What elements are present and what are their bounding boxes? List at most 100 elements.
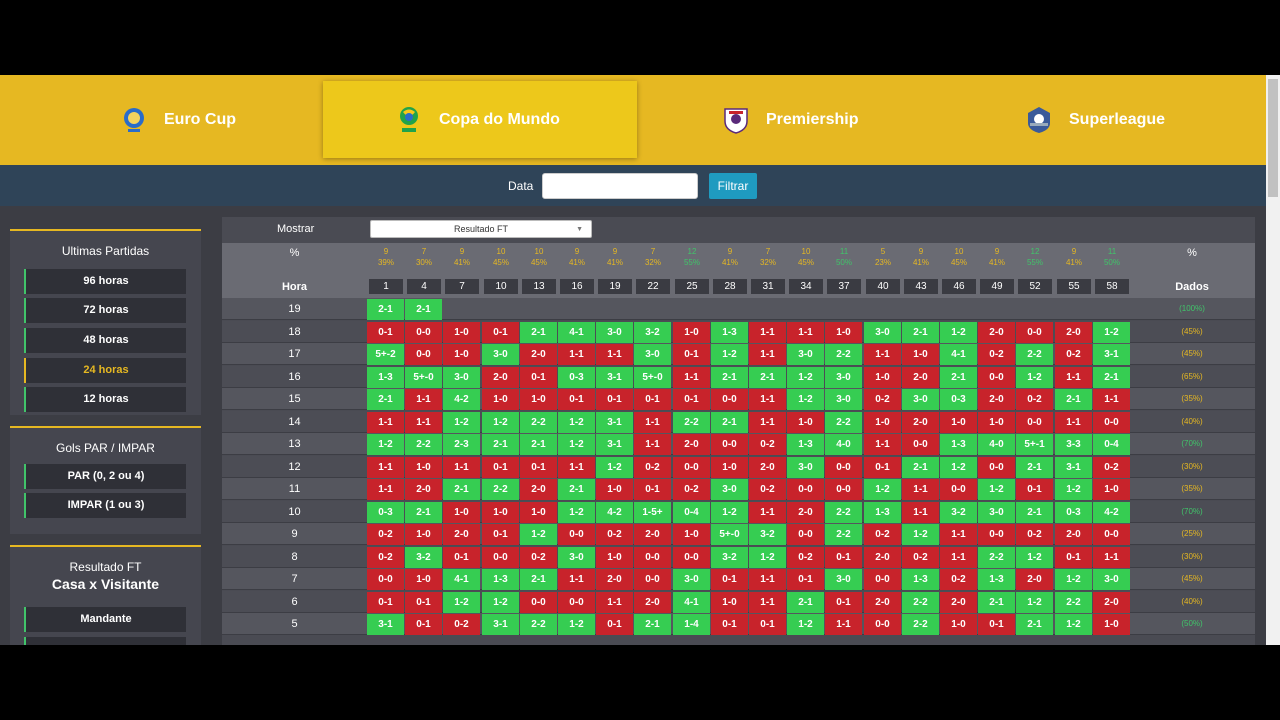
score-cell[interactable]: 1-2 [1016,591,1053,613]
score-cell[interactable]: 0-0 [367,569,404,590]
score-cell[interactable]: 3-0 [596,321,633,343]
score-cell[interactable]: 0-2 [978,344,1015,365]
score-cell[interactable]: 2-1 [1016,614,1053,635]
score-cell[interactable]: 1-1 [443,456,480,478]
score-cell[interactable]: 1-2 [711,501,748,523]
score-cell[interactable]: 1-2 [558,411,595,433]
score-cell[interactable]: 1-1 [596,344,633,365]
score-cell[interactable]: 0-1 [1055,546,1092,568]
score-cell[interactable]: 0-1 [367,591,404,613]
score-cell[interactable]: 3-2 [940,501,977,523]
score-cell[interactable]: 4-1 [558,321,595,343]
score-cell[interactable]: 0-1 [405,591,442,613]
score-cell[interactable]: 0-0 [520,591,557,613]
score-cell[interactable]: 2-0 [634,591,671,613]
score-cell[interactable]: 2-0 [634,524,671,545]
score-cell[interactable]: 0-2 [443,614,480,635]
score-cell[interactable]: 3-1 [596,366,633,388]
score-cell[interactable]: 3-2 [749,524,786,545]
score-cell[interactable]: 1-1 [749,344,786,365]
score-cell[interactable]: 1-1 [902,501,939,523]
score-cell[interactable]: 0-0 [787,479,824,500]
filter-96-horas[interactable]: 96 horas [24,269,186,294]
score-cell[interactable]: 0-1 [673,389,710,410]
score-cell[interactable]: 0-2 [1093,456,1130,478]
score-cell[interactable]: 1-2 [1093,321,1130,343]
score-cell[interactable]: 0-2 [367,546,404,568]
score-cell[interactable]: 1-2 [1016,366,1053,388]
filter-72-horas[interactable]: 72 horas [24,298,186,323]
score-cell[interactable]: 0-1 [864,456,901,478]
tab-copa-do-mundo[interactable]: Copa do Mundo [323,81,637,158]
score-cell[interactable]: 0-3 [367,501,404,523]
score-cell[interactable]: 0-0 [1093,524,1130,545]
score-cell[interactable]: 0-3 [940,389,977,410]
score-cell[interactable]: 2-1 [787,591,824,613]
score-cell[interactable]: 1-1 [749,591,786,613]
score-cell[interactable]: 0-2 [749,434,786,455]
score-cell[interactable]: 2-2 [1016,344,1053,365]
score-cell[interactable]: 2-1 [902,456,939,478]
score-cell[interactable]: 0-4 [1093,434,1130,455]
score-cell[interactable]: 2-0 [520,344,557,365]
score-cell[interactable]: 0-1 [520,366,557,388]
score-cell[interactable]: 2-1 [367,299,404,320]
score-cell[interactable]: 1-0 [978,411,1015,433]
score-cell[interactable]: 4-1 [443,569,480,590]
score-cell[interactable]: 3-0 [902,389,939,410]
score-cell[interactable]: 2-2 [825,411,862,433]
scrollbar-thumb[interactable] [1268,79,1278,197]
score-cell[interactable]: 1-0 [482,501,519,523]
score-cell[interactable]: 0-0 [978,366,1015,388]
score-cell[interactable]: 2-1 [520,321,557,343]
score-cell[interactable]: 3-1 [367,614,404,635]
score-cell[interactable]: 1-1 [940,546,977,568]
score-cell[interactable]: 0-3 [558,366,595,388]
tab-euro-cup[interactable]: Euro Cup [118,75,236,165]
score-cell[interactable]: 1-3 [787,434,824,455]
score-cell[interactable]: 2-1 [405,501,442,523]
score-cell[interactable]: 2-2 [520,614,557,635]
score-cell[interactable]: 0-1 [978,614,1015,635]
filter-next[interactable] [24,637,186,645]
score-cell[interactable]: 2-1 [634,614,671,635]
score-cell[interactable]: 0-1 [367,321,404,343]
score-cell[interactable]: 0-0 [405,321,442,343]
score-cell[interactable]: 1-0 [711,456,748,478]
score-cell[interactable]: 2-1 [443,479,480,500]
score-cell[interactable]: 5+-2 [367,344,404,365]
score-cell[interactable]: 0-2 [864,524,901,545]
score-cell[interactable]: 1-0 [520,501,557,523]
score-cell[interactable]: 2-0 [864,591,901,613]
score-cell[interactable]: 1-2 [902,524,939,545]
score-cell[interactable]: 1-1 [902,479,939,500]
score-cell[interactable]: 1-1 [1093,389,1130,410]
score-cell[interactable]: 4-1 [940,344,977,365]
score-cell[interactable]: 1-2 [1055,614,1092,635]
score-cell[interactable]: 4-1 [673,591,710,613]
score-cell[interactable]: 0-1 [711,614,748,635]
score-cell[interactable]: 1-0 [405,524,442,545]
score-cell[interactable]: 0-0 [978,524,1015,545]
score-cell[interactable]: 0-2 [367,524,404,545]
score-cell[interactable]: 2-0 [749,456,786,478]
score-cell[interactable]: 1-1 [940,524,977,545]
score-cell[interactable]: 1-2 [558,614,595,635]
score-cell[interactable]: 1-1 [1093,546,1130,568]
score-cell[interactable]: 2-1 [711,366,748,388]
score-cell[interactable]: 1-3 [482,569,519,590]
score-cell[interactable]: 0-1 [711,569,748,590]
score-cell[interactable]: 0-0 [673,456,710,478]
score-cell[interactable]: 2-1 [1055,389,1092,410]
score-cell[interactable]: 2-0 [978,389,1015,410]
score-cell[interactable]: 3-0 [711,479,748,500]
score-cell[interactable]: 2-0 [520,479,557,500]
score-cell[interactable]: 0-1 [596,614,633,635]
score-cell[interactable]: 0-2 [520,546,557,568]
score-cell[interactable]: 1-1 [864,344,901,365]
score-cell[interactable]: 2-0 [902,366,939,388]
score-cell[interactable]: 0-0 [558,524,595,545]
score-cell[interactable]: 1-1 [749,411,786,433]
score-cell[interactable]: 1-2 [940,321,977,343]
score-cell[interactable]: 2-1 [902,321,939,343]
